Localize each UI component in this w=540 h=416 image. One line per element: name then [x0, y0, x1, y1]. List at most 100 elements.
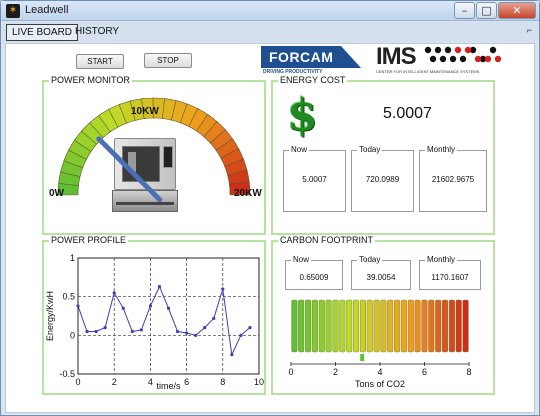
co2-gauge-segment — [373, 299, 380, 353]
data-point — [148, 304, 152, 308]
data-point — [212, 316, 216, 320]
co2-tick-label: 2 — [333, 367, 338, 377]
energy-cost-now-label: Now — [289, 145, 310, 154]
carbon-today-value: 39.0054 — [366, 273, 396, 282]
co2-gauge-segment — [298, 299, 305, 353]
co2-gauge: 0 2 4 6 8 Tons of CO2 — [288, 299, 472, 389]
data-point — [185, 331, 189, 335]
co2-marker — [360, 354, 365, 361]
co2-gauge-segment — [359, 299, 366, 353]
y-tick-label: 1 — [70, 253, 75, 263]
forcam-logo: FORCAM DRIVING PRODUCTIVITY — [261, 46, 361, 76]
x-tick-label: 0 — [75, 377, 80, 387]
co2-tick-label: 4 — [377, 367, 382, 377]
co2-tick-label: 6 — [422, 367, 427, 377]
carbon-monthly-label: Monthly — [425, 255, 458, 264]
power-profile-panel: POWER PROFILE 0 2 4 6 8 10 -0.5 0 0.5 1 time/s Ener… — [42, 235, 266, 395]
co2-gauge-segment — [325, 299, 332, 353]
co2-gauge-segment — [366, 299, 373, 353]
data-point — [194, 333, 198, 337]
co2-gauge-segment — [421, 299, 428, 353]
power-profile-chart: 0 2 4 6 8 10-0.500.51time/sEnergy/KwH — [45, 253, 264, 391]
carbon-monthly-box: Monthly 1170.1607 — [419, 255, 481, 290]
co2-gauge-segment — [346, 299, 353, 353]
co2-gauge-segment — [318, 299, 325, 353]
co2-gauge-segment — [394, 299, 401, 353]
carbon-now-value: 0.65009 — [299, 273, 329, 282]
stop-button[interactable]: STOP — [144, 53, 192, 68]
y-tick-label: -0.5 — [59, 369, 75, 379]
co2-gauge-segment — [407, 299, 414, 353]
data-point — [76, 304, 80, 308]
data-point — [230, 353, 234, 357]
data-point — [239, 333, 243, 337]
data-point — [130, 329, 134, 334]
data-point — [221, 287, 225, 291]
energy-cost-total: 5.0007 — [383, 105, 432, 122]
energy-cost-now-box: Now 5.0007 — [283, 145, 346, 212]
start-button[interactable]: START — [76, 54, 124, 69]
ims-logo-text: IMS — [376, 43, 417, 70]
tab-bar: LIVE BOARD HISTORY ⌐ — [2, 22, 538, 42]
x-axis-label: time/s — [156, 381, 181, 391]
gauge-needle-line — [96, 136, 163, 203]
co2-gauge-segment — [435, 299, 442, 353]
live-board-content: START STOP FORCAM DRIVING PRODUCTIVITY I… — [5, 43, 535, 413]
energy-cost-today-value: 720.0989 — [365, 175, 400, 184]
x-tick-label: 10 — [254, 377, 264, 387]
co2-gauge-segment — [441, 299, 448, 353]
maximize-button[interactable]: □ — [476, 2, 497, 19]
close-button[interactable]: ✕ — [498, 2, 536, 19]
energy-cost-monthly-box: Monthly 21602.9675 — [419, 145, 487, 212]
co2-gauge-segment — [339, 299, 346, 353]
energy-cost-today-label: Today — [357, 145, 383, 154]
co2-axis-label: Tons of CO2 — [355, 379, 405, 389]
minimize-button[interactable]: – — [454, 2, 475, 19]
y-tick-label: 0 — [70, 330, 75, 340]
co2-gauge-segment — [448, 299, 455, 353]
gauge-needle — [96, 136, 163, 203]
energy-cost-today-box: Today 720.0989 — [351, 145, 414, 212]
ims-dots-graphic — [424, 46, 502, 63]
app-icon: ✶ — [6, 4, 20, 18]
x-tick-label: 4 — [148, 377, 153, 387]
forcam-logo-text: FORCAM — [269, 49, 334, 65]
carbon-today-box: Today 39.0054 — [351, 255, 411, 290]
carbon-now-box: Now 0.65009 — [285, 255, 343, 290]
data-point — [139, 328, 143, 332]
co2-gauge-segment — [380, 299, 387, 353]
tab-history[interactable]: HISTORY — [70, 24, 124, 41]
co2-gauge-segment — [311, 299, 318, 353]
data-point — [121, 306, 125, 310]
co2-gauge-segment — [414, 299, 421, 353]
dollar-icon: $ — [287, 90, 318, 141]
data-point — [94, 329, 98, 334]
energy-cost-panel: ENERGY COST $ 5.0007 Now 5.0007 Today 72… — [271, 75, 495, 235]
co2-tick-label: 8 — [466, 367, 471, 377]
app-window: ✶ Leadwell – □ ✕ LIVE BOARD HISTORY ⌐ ST… — [0, 0, 540, 416]
ims-tagline: CENTER FOR INTELLIGENT MAINTENANCE SYSTE… — [376, 69, 480, 74]
carbon-footprint-panel: CARBON FOOTPRINT Now 0.65009 Today 39.00… — [271, 235, 495, 395]
data-point — [85, 329, 89, 334]
co2-gauge-segment — [428, 299, 435, 353]
ims-logo: IMS CENTER FOR INTELLIGENT MAINTENANCE S… — [374, 43, 534, 76]
power-monitor-panel: POWER MONITOR 10KW 0W 20KW — [42, 75, 266, 235]
energy-cost-now-value: 5.0007 — [302, 175, 327, 184]
energy-cost-monthly-label: Monthly — [425, 145, 458, 154]
data-point — [112, 291, 116, 295]
data-point — [157, 285, 162, 289]
carbon-now-label: Now — [291, 255, 312, 264]
co2-gauge-segment — [455, 299, 462, 353]
pin-icon[interactable]: ⌐ — [527, 25, 532, 35]
co2-gauge-segment — [387, 299, 394, 353]
data-point — [248, 326, 252, 330]
data-point — [103, 326, 107, 330]
co2-gauge-segment — [400, 299, 407, 353]
co2-gauge-segment — [291, 299, 298, 353]
data-point — [203, 326, 207, 330]
co2-gauge-segment — [352, 299, 359, 353]
tab-live-board[interactable]: LIVE BOARD — [6, 24, 79, 41]
plot-area — [77, 257, 260, 375]
co2-gauge-segment — [462, 299, 469, 353]
data-point — [166, 306, 171, 310]
